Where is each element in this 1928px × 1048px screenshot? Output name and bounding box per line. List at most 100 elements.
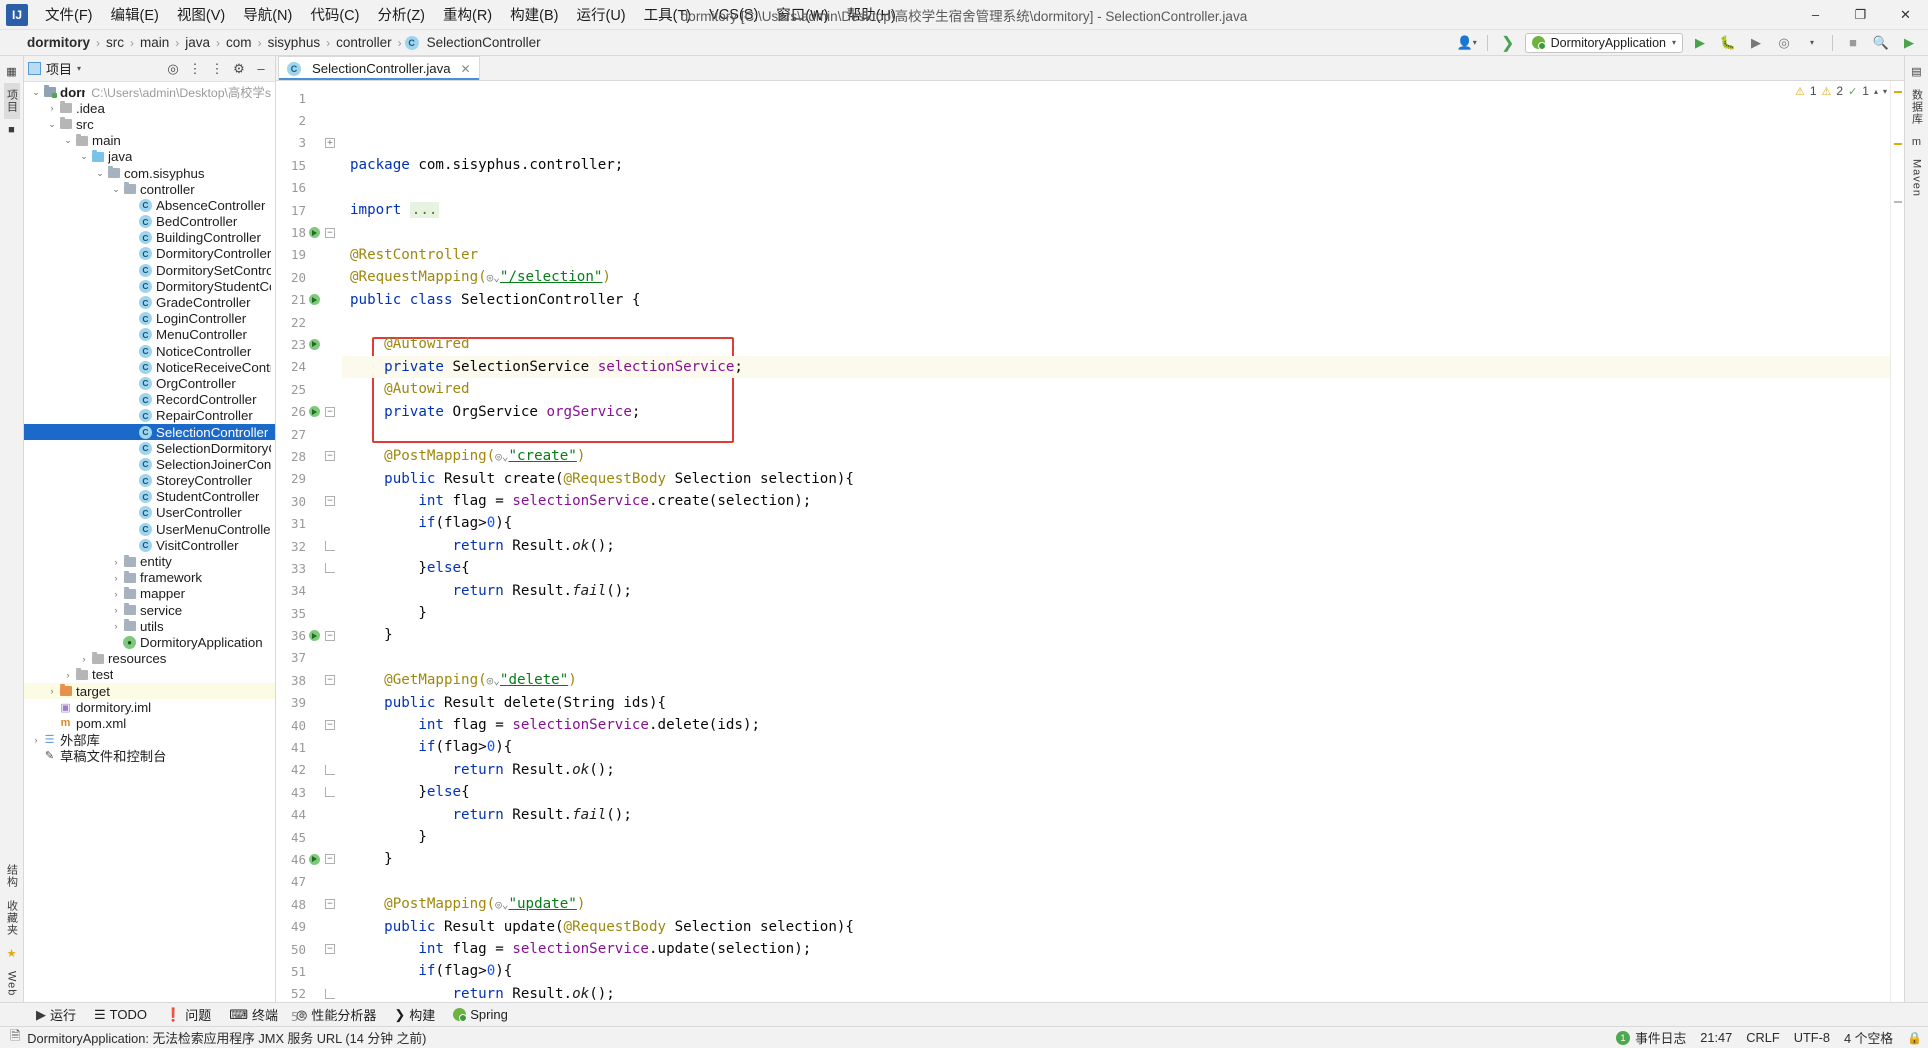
gutter-line-16[interactable]: 16 [276, 177, 342, 199]
tree-node-usermenucontroller[interactable]: C UserMenuController [24, 521, 275, 537]
code-line-24[interactable] [342, 423, 1890, 445]
inspection-strip[interactable] [1890, 81, 1904, 1002]
code-line-36[interactable]: public Result delete(String ids){ [342, 692, 1890, 714]
gutter-line-34[interactable]: 34 [276, 580, 342, 602]
tree-node-test[interactable]: › test [24, 667, 275, 683]
menu-refactor[interactable]: 重构(R) [434, 0, 501, 29]
tree-node-storeycontroller[interactable]: C StoreyController [24, 473, 275, 489]
stop-icon[interactable]: ■ [1842, 33, 1864, 53]
menu-view[interactable]: 视图(V) [168, 0, 234, 29]
gutter-line-27[interactable]: 27 [276, 423, 342, 445]
target-icon[interactable]: ◎ [163, 59, 183, 79]
gutter-line-47[interactable]: 47 [276, 871, 342, 893]
tree-node-com-sisyphus[interactable]: ⌄ com.sisyphus [24, 165, 275, 181]
gutter-line-40[interactable]: 40 [276, 714, 342, 736]
code-line-23[interactable]: private OrgService orgService; [342, 401, 1890, 423]
profiler-icon[interactable]: ◎ [1773, 33, 1795, 53]
gutter-line-29[interactable]: 29 [276, 468, 342, 490]
run-gutter-icon[interactable] [308, 630, 320, 642]
tree-node-repaircontroller[interactable]: C RepairController [24, 408, 275, 424]
code-line-25[interactable]: @PostMapping(◎⌄"create") [342, 445, 1890, 467]
tree-node-gradecontroller[interactable]: C GradeController [24, 294, 275, 310]
tree-node-utils[interactable]: › utils [24, 618, 275, 634]
close-icon[interactable]: ✕ [461, 62, 471, 76]
code-line-16[interactable]: @RestController [342, 244, 1890, 266]
code-line-46[interactable]: public Result update(@RequestBody Select… [342, 916, 1890, 938]
tree-expand-arrow[interactable]: ⌄ [30, 87, 42, 98]
rail-item-maven[interactable]: Maven [1911, 153, 1923, 203]
tree-node-pom-xml[interactable]: m pom.xml [24, 715, 275, 731]
tree-node-dormitory[interactable]: ⌄ dormitory C:\Users\admin\Desktop\高校学s [24, 84, 275, 101]
tool-button-spring[interactable]: Spring [445, 1005, 516, 1024]
project-panel-icon[interactable]: ▦ [6, 60, 16, 83]
gutter-line-35[interactable]: 35 [276, 602, 342, 624]
code-line-34[interactable] [342, 647, 1890, 669]
menu-code[interactable]: 代码(C) [301, 0, 368, 29]
menu-window[interactable]: 窗口(W) [767, 0, 837, 29]
menu-help[interactable]: 帮助(H) [838, 0, 905, 29]
tree-node--[interactable]: › ☰ 外部库 [24, 732, 275, 748]
code-line-18[interactable]: public class SelectionController { [342, 289, 1890, 311]
gutter-line-51[interactable]: 51 [276, 960, 342, 982]
menu-edit[interactable]: 编辑(E) [102, 0, 168, 29]
fold-collapse-icon[interactable] [325, 451, 335, 462]
gutter-line-32[interactable]: 32 [276, 535, 342, 557]
fold-collapse-icon[interactable] [325, 944, 335, 955]
fold-collapse-icon[interactable] [325, 406, 335, 417]
tree-node-dormitory-iml[interactable]: ▣ dormitory.iml [24, 699, 275, 715]
tree-expand-arrow[interactable]: › [110, 557, 122, 567]
tree-node-logincontroller[interactable]: C LoginController [24, 311, 275, 327]
run-gutter-icon[interactable] [308, 227, 320, 239]
tree-node-dormitorysetcontroller[interactable]: CDormitorySetController [24, 262, 275, 278]
status-message[interactable]: DormitoryApplication: 无法检索应用程序 JMX 服务 UR… [27, 1028, 426, 1047]
code-text-area[interactable]: package com.sisyphus.controller; import … [342, 81, 1890, 1002]
code-line-37[interactable]: int flag = selectionService.delete(ids); [342, 714, 1890, 736]
tree-node--idea[interactable]: › .idea [24, 100, 275, 116]
code-line-22[interactable]: @Autowired [342, 378, 1890, 400]
tree-node-menucontroller[interactable]: C MenuController [24, 327, 275, 343]
menu-build[interactable]: 构建(B) [501, 0, 567, 29]
more-icon[interactable]: ▾ [1801, 33, 1823, 53]
code-line-2[interactable] [342, 177, 1890, 199]
fold-collapse-icon[interactable] [325, 854, 335, 865]
search-icon[interactable]: 🔍 [1870, 33, 1892, 53]
menu-file[interactable]: 文件(F) [36, 0, 102, 29]
minimize-button[interactable]: – [1793, 0, 1838, 30]
fold-collapse-icon[interactable] [325, 496, 335, 507]
expand-icon[interactable]: ⋮ [207, 59, 227, 79]
code-line-33[interactable]: } [342, 624, 1890, 646]
rail-item-structure[interactable]: 结构 [4, 858, 20, 894]
code-line-44[interactable] [342, 871, 1890, 893]
code-line-3[interactable]: import ... [342, 199, 1890, 221]
tree-expand-arrow[interactable]: ⌄ [78, 151, 90, 162]
line-separator[interactable]: CRLF [1746, 1030, 1779, 1045]
menu-vcs[interactable]: VCS(S) [700, 3, 767, 27]
gutter-line-3[interactable]: 3 [276, 132, 342, 154]
maximize-button[interactable]: ❐ [1838, 0, 1883, 30]
gutter-line-31[interactable]: 31 [276, 512, 342, 534]
bookmarks-icon[interactable]: ■ [8, 119, 15, 141]
gutter-line-20[interactable]: 20 [276, 266, 342, 288]
gutter-line-26[interactable]: 26 [276, 400, 342, 422]
run-gutter-icon[interactable] [308, 853, 320, 865]
gutter-line-24[interactable]: 24 [276, 356, 342, 378]
coverage-icon[interactable]: ▶ [1745, 33, 1767, 53]
code-line-40[interactable]: }else{ [342, 781, 1890, 803]
code-line-42[interactable]: } [342, 826, 1890, 848]
menu-analyze[interactable]: 分析(Z) [368, 0, 434, 29]
tree-node--[interactable]: ✎ 草稿文件和控制台 [24, 748, 275, 764]
code-line-48[interactable]: if(flag>0){ [342, 960, 1890, 982]
tree-node-mapper[interactable]: › mapper [24, 586, 275, 602]
breadcrumb-com[interactable]: com [223, 34, 255, 51]
fold-expand-icon[interactable] [325, 137, 335, 148]
code-line-26[interactable]: public Result create(@RequestBody Select… [342, 468, 1890, 490]
tree-expand-arrow[interactable]: › [78, 654, 90, 664]
code-line-38[interactable]: if(flag>0){ [342, 736, 1890, 758]
tree-node-main[interactable]: ⌄ main [24, 133, 275, 149]
caret-position[interactable]: 21:47 [1700, 1030, 1732, 1045]
tool-button-problems[interactable]: ❗ 问题 [157, 1003, 219, 1026]
lock-icon[interactable]: 🔒 [1907, 1031, 1922, 1045]
fold-collapse-icon[interactable] [325, 899, 335, 910]
tree-node-dormitoryapplication[interactable]: ● DormitoryApplication [24, 634, 275, 650]
gutter-line-41[interactable]: 41 [276, 736, 342, 758]
